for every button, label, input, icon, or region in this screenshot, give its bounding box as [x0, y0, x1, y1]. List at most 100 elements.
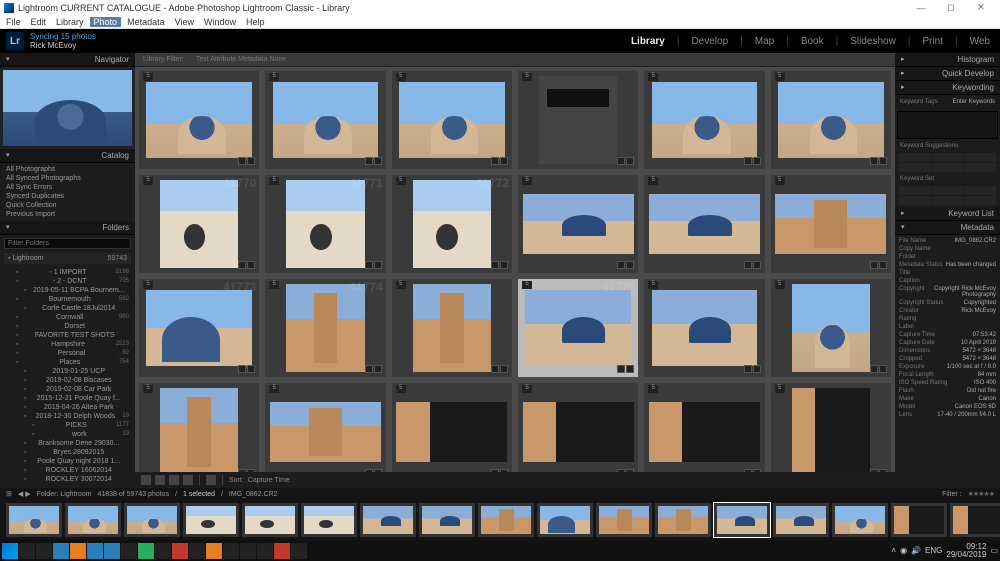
filmstrip-thumb[interactable]	[301, 503, 357, 537]
menu-view[interactable]: View	[171, 17, 198, 27]
taskbar-app[interactable]	[172, 543, 188, 559]
filmstrip-thumb[interactable]	[950, 503, 1000, 537]
loupe-view-icon[interactable]	[155, 475, 165, 485]
histogram-header[interactable]: Histogram	[895, 53, 1000, 67]
metadata-row[interactable]: Dimensions5472 × 3648	[899, 347, 996, 355]
folder-item[interactable]: - 1 IMPORT2198	[4, 268, 131, 277]
taskbar-app[interactable]	[223, 543, 239, 559]
folder-item[interactable]: 2019-02-08 Biscases	[4, 376, 131, 385]
folder-item[interactable]: PICKS1177	[4, 421, 131, 430]
grid-cell[interactable]: 5	[392, 71, 512, 169]
folders-header[interactable]: Folders	[0, 221, 135, 235]
filmstrip-thumb[interactable]	[360, 503, 416, 537]
filmstrip-thumb[interactable]	[891, 503, 947, 537]
menu-library[interactable]: Library	[52, 17, 88, 27]
taskbar-search-icon[interactable]	[19, 543, 35, 559]
filmstrip[interactable]	[0, 500, 1000, 540]
taskbar-app[interactable]	[87, 543, 103, 559]
catalog-item[interactable]: Quick Collection	[4, 201, 131, 210]
module-develop[interactable]: Develop	[687, 36, 732, 47]
folder-item[interactable]: Corfe Castle 18Jul2014	[4, 304, 131, 313]
metadata-row[interactable]: Title	[899, 269, 996, 277]
filmstrip-thumb[interactable]	[242, 503, 298, 537]
folder-item[interactable]: Bryes 28092015	[4, 448, 131, 457]
folder-item[interactable]: 2019-05-11 BCPA Bournem...	[4, 286, 131, 295]
menu-metadata[interactable]: Metadata	[123, 17, 169, 27]
filmstrip-thumb[interactable]	[655, 503, 711, 537]
filmstrip-thumb[interactable]	[183, 503, 239, 537]
metadata-row[interactable]: Label	[899, 323, 996, 331]
folder-item[interactable]: Branksome Dene 29030...	[4, 439, 131, 448]
folder-item[interactable]: Bournemouth582	[4, 295, 131, 304]
folder-item[interactable]: FAVORITE TEST SHOTS	[4, 331, 131, 340]
folder-item[interactable]: Personal92	[4, 349, 131, 358]
folder-item[interactable]: 2019-01-25 UCP	[4, 367, 131, 376]
library-filter-bar[interactable]: Library Filter: Text Attribute Metadata …	[135, 53, 895, 67]
tray-chevron-icon[interactable]: ˄	[891, 546, 896, 555]
folder-item[interactable]: Hampshire2523	[4, 340, 131, 349]
filmstrip-thumb[interactable]	[773, 503, 829, 537]
volume-header[interactable]: ▪ Lightroom 59743	[4, 253, 131, 264]
grid-cell[interactable]: 5	[518, 175, 638, 273]
menu-photo[interactable]: Photo	[90, 17, 122, 27]
metadata-row[interactable]: Lens17-40 / 200mm f/4.0 L	[899, 411, 996, 419]
taskbar-app[interactable]	[138, 543, 154, 559]
quick-develop-header[interactable]: Quick Develop	[895, 67, 1000, 81]
module-book[interactable]: Book	[797, 36, 828, 47]
metadata-row[interactable]: Copy Name	[899, 245, 996, 253]
taskbar-app[interactable]	[291, 543, 307, 559]
tray-volume-icon[interactable]: 🔊	[911, 546, 921, 555]
module-web[interactable]: Web	[966, 36, 994, 47]
menu-window[interactable]: Window	[200, 17, 240, 27]
taskbar-app[interactable]	[274, 543, 290, 559]
system-tray[interactable]: ˄ ◉ 🔊 ENG 09:12 29/04/2019 ▭	[891, 543, 998, 559]
taskbar-app[interactable]	[70, 543, 86, 559]
metadata-row[interactable]: Copyright StatusCopyrighted	[899, 299, 996, 307]
grid-cell[interactable]: 541771	[265, 175, 385, 273]
keyword-list-header[interactable]: Keyword List	[895, 207, 1000, 221]
folder-item[interactable]: - 2 - DCNT705	[4, 277, 131, 286]
grid-cell[interactable]: 5	[392, 383, 512, 472]
second-window-icon[interactable]: ⊞	[6, 490, 12, 498]
grid-cell[interactable]: 5	[644, 383, 764, 472]
catalog-header[interactable]: Catalog	[0, 149, 135, 163]
catalog-item[interactable]: Synced Duplicates	[4, 192, 131, 201]
filmstrip-thumb[interactable]	[124, 503, 180, 537]
grid-cell[interactable]: 5	[518, 71, 638, 169]
menu-file[interactable]: File	[2, 17, 25, 27]
filmstrip-thumb[interactable]	[537, 503, 593, 537]
grid-cell[interactable]: 541773	[139, 279, 259, 377]
filmstrip-thumb[interactable]	[65, 503, 121, 537]
module-library[interactable]: Library	[627, 36, 669, 47]
folder-item[interactable]: ROCKLEY 30072014	[4, 475, 131, 484]
menu-edit[interactable]: Edit	[27, 17, 51, 27]
grid-cell[interactable]: 5	[139, 71, 259, 169]
filmstrip-thumb[interactable]	[596, 503, 652, 537]
account-name[interactable]: Rick McEvoy	[30, 41, 96, 50]
grid-cell[interactable]: 541770	[139, 175, 259, 273]
grid-cell[interactable]: 541774	[265, 279, 385, 377]
taskbar-app[interactable]	[121, 543, 137, 559]
folder-item[interactable]: Dorset	[4, 322, 131, 331]
tray-date[interactable]: 29/04/2019	[946, 551, 986, 559]
keyword-suggestion[interactable]	[899, 153, 931, 162]
folder-filter-input[interactable]	[4, 238, 131, 249]
metadata-row[interactable]: FlashDid not fire	[899, 387, 996, 395]
compare-view-icon[interactable]	[169, 475, 179, 485]
survey-view-icon[interactable]	[183, 475, 193, 485]
metadata-row[interactable]: CopyrightCopyright Rick McEvoy Photograp…	[899, 285, 996, 299]
grid-cell[interactable]: 5	[771, 279, 891, 377]
grid-cell[interactable]: 5	[265, 71, 385, 169]
catalog-item[interactable]: Previous Import	[4, 210, 131, 219]
navigator-preview[interactable]	[0, 67, 135, 149]
menu-help[interactable]: Help	[242, 17, 269, 27]
module-slideshow[interactable]: Slideshow	[846, 36, 900, 47]
maximize-button[interactable]: ◻	[936, 2, 966, 13]
start-button[interactable]	[2, 543, 18, 559]
taskbar-app[interactable]	[53, 543, 69, 559]
folder-item[interactable]: 2015-12-21 Poole Quay f...	[4, 394, 131, 403]
notification-icon[interactable]: ▭	[990, 546, 998, 555]
painter-icon[interactable]	[206, 475, 216, 485]
filmstrip-nav-arrows[interactable]: ◀ ▶	[18, 490, 31, 498]
metadata-row[interactable]: File NameIMG_0862.CR2	[899, 237, 996, 245]
